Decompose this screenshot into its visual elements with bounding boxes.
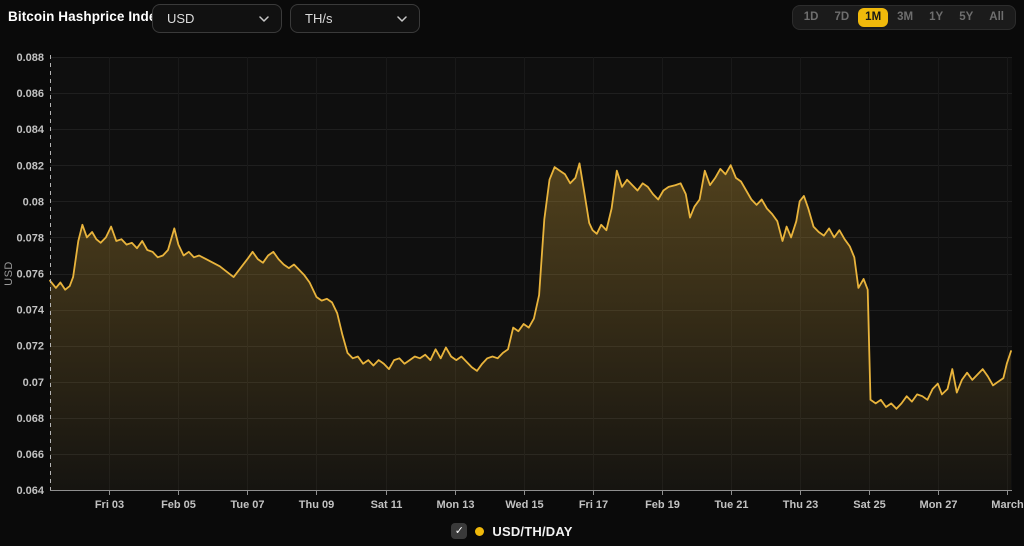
y-tick-label: 0.082	[16, 160, 44, 172]
y-axis-title: USD	[3, 261, 15, 286]
legend-label: USD/TH/DAY	[492, 524, 572, 539]
chevron-down-icon	[259, 16, 269, 22]
hashprice-dashboard: { "header": { "title": "Bitcoin Hashpric…	[0, 0, 1024, 546]
range-button-all[interactable]: All	[982, 8, 1011, 27]
x-tick-label: Tue 21	[714, 499, 748, 511]
series-color-dot	[475, 527, 484, 536]
currency-dropdown[interactable]: USD	[152, 4, 282, 33]
x-tick-label: Feb 19	[645, 499, 680, 511]
range-button-3m[interactable]: 3M	[890, 8, 920, 27]
chevron-down-icon	[397, 16, 407, 22]
y-tick-label: 0.064	[16, 485, 44, 497]
x-tick-label: Mon 27	[920, 499, 958, 511]
x-tick-label: Sat 25	[853, 499, 885, 511]
x-tick-label: Thu 09	[299, 499, 334, 511]
x-tick-label: Feb 05	[161, 499, 196, 511]
hashprice-chart[interactable]: 0.064 0.066 0.068 0.07 0.072 0.074 0.076 0.078 0…	[0, 0, 1024, 546]
y-tick-label: 0.07	[23, 377, 44, 389]
legend-checkbox[interactable]: ✓	[451, 523, 467, 539]
range-button-1d[interactable]: 1D	[797, 8, 826, 27]
x-tick-label: Wed 15	[505, 499, 543, 511]
range-button-5y[interactable]: 5Y	[952, 8, 980, 27]
y-tick-label: 0.08	[23, 196, 44, 208]
y-tick-label: 0.076	[16, 269, 44, 281]
x-tick-label: Sat 11	[371, 499, 403, 511]
page-title: Bitcoin Hashprice Index	[8, 9, 164, 24]
legend-usd-th-day[interactable]: ✓ USD/TH/DAY	[0, 521, 1024, 541]
x-tick-label: Mon 13	[437, 499, 475, 511]
range-button-7d[interactable]: 7D	[827, 8, 856, 27]
x-tick-label: March	[991, 499, 1024, 511]
y-tick-label: 0.088	[16, 52, 44, 64]
range-button-1m[interactable]: 1M	[858, 8, 888, 27]
y-tick-label: 0.074	[16, 305, 44, 317]
range-selector: 1D7D1M3M1Y5YAll	[792, 5, 1016, 30]
y-tick-label: 0.068	[16, 413, 44, 425]
x-tick-label: Tue 07	[230, 499, 264, 511]
y-tick-label: 0.086	[16, 88, 44, 100]
check-icon: ✓	[455, 526, 464, 537]
y-tick-label: 0.084	[16, 124, 44, 136]
currency-dropdown-value: USD	[167, 11, 194, 26]
x-tick-label: Fri 17	[579, 499, 608, 511]
x-tick-label: Thu 23	[783, 499, 818, 511]
y-tick-label: 0.078	[16, 232, 44, 244]
y-tick-label: 0.072	[16, 341, 44, 353]
y-tick-label: 0.066	[16, 449, 44, 461]
x-tick-label: Fri 03	[95, 499, 124, 511]
range-button-1y[interactable]: 1Y	[922, 8, 950, 27]
unit-dropdown-value: TH/s	[305, 11, 332, 26]
unit-dropdown[interactable]: TH/s	[290, 4, 420, 33]
